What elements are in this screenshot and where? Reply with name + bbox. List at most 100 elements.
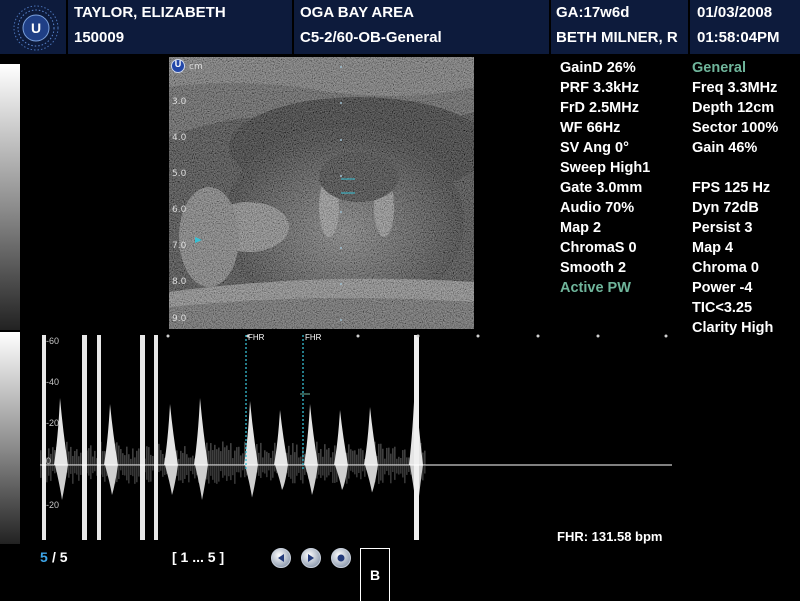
spectral-noise (146, 446, 148, 465)
spectral-noise (150, 454, 152, 465)
imaging-param: Clarity High (692, 320, 774, 336)
doppler-spectrum[interactable]: -60 -40 -20 0 -20 FHR FHR (20, 332, 680, 544)
spectral-noise (158, 443, 160, 465)
heartbeat-trough (165, 465, 178, 495)
play-button[interactable] (301, 548, 321, 568)
spectral-noise (218, 466, 220, 482)
spectral-noise (296, 444, 298, 465)
spectral-noise (190, 457, 192, 465)
view-selector-b[interactable]: B (360, 548, 390, 601)
velocity-mark: -40 (46, 377, 60, 387)
spectral-noise (104, 466, 106, 482)
spectral-noise (222, 466, 224, 478)
spectral-noise (76, 466, 78, 475)
spectral-noise (304, 466, 306, 475)
fhr-caliper-label-1: FHR (248, 333, 265, 342)
spectral-noise (382, 466, 384, 483)
spectral-noise (214, 444, 216, 465)
depth-mark: 8.0 (172, 277, 187, 287)
spectral-noise (130, 458, 132, 465)
spectral-noise (224, 447, 226, 465)
doppler-param: PRF 3.3kHz (560, 80, 639, 96)
spectral-noise (136, 450, 138, 465)
spectral-noise (262, 457, 264, 465)
spectral-noise (186, 466, 188, 476)
heartbeat-peak (194, 398, 208, 465)
spectral-noise (178, 458, 180, 465)
spectral-noise (184, 466, 186, 479)
spectral-noise (48, 466, 50, 476)
spectral-noise (180, 466, 182, 481)
velocity-mark: -60 (46, 336, 60, 346)
heartbeat-trough (245, 465, 258, 498)
spectral-noise (180, 450, 182, 465)
imaging-param: Depth 12cm (692, 100, 775, 116)
spectral-noise (72, 466, 74, 484)
spectral-noise (68, 466, 70, 478)
heartbeat-peak (164, 404, 178, 465)
spectral-noise (128, 454, 130, 465)
spectral-noise (242, 453, 244, 465)
bmode-ultrasound-image (169, 57, 489, 329)
spectral-noise (348, 444, 350, 465)
spectral-noise (52, 466, 54, 472)
spectral-noise (94, 466, 96, 472)
spectral-noise (406, 466, 408, 475)
doppler-param: ChromaS 0 (560, 240, 637, 256)
spectral-noise (294, 466, 296, 484)
spectral-noise (406, 457, 408, 465)
bmode-grayscale-bar (0, 64, 20, 330)
logo-icon: U (13, 5, 59, 51)
fhr-measurement: FHR: 131.58 bpm (557, 529, 663, 544)
spectral-noise (148, 466, 150, 483)
doppler-param: Gate 3.0mm (560, 180, 643, 196)
spectral-noise (334, 466, 336, 483)
spectral-noise (292, 443, 294, 465)
spectral-noise (394, 466, 396, 480)
spectral-noise (318, 466, 320, 475)
spectral-noise (160, 466, 162, 471)
heartbeat-peak (54, 398, 68, 465)
depth-mark: 7.0 (172, 241, 187, 251)
spectral-noise (322, 466, 324, 476)
spectral-noise (222, 441, 224, 465)
spectral-noise (124, 455, 126, 465)
svg-text:U: U (31, 20, 41, 36)
imaging-param: General (692, 60, 746, 76)
spectral-noise (332, 452, 334, 465)
velocity-mark: 0 (46, 456, 52, 466)
operator-name: BETH MILNER, R (556, 29, 678, 46)
stop-button[interactable] (331, 548, 351, 568)
spectral-noise (358, 448, 360, 465)
bmode-image[interactable]: U cm 3.0 4.0 5.0 6.0 7.0 8.0 9.0 (169, 57, 489, 329)
facility-name: OGA BAY AREA (300, 4, 414, 21)
spectral-noise (296, 466, 298, 476)
spectral-noise (138, 448, 140, 465)
spectral-noise (330, 457, 332, 465)
spectral-noise (218, 447, 220, 465)
artifact-bar (414, 335, 419, 540)
spectral-noise (80, 452, 82, 465)
depth-mark: 5.0 (172, 169, 187, 179)
spectral-noise (152, 455, 154, 465)
spectral-noise (362, 466, 364, 472)
spectral-noise (148, 447, 150, 465)
spectral-noise (162, 466, 164, 477)
spectral-noise (324, 466, 326, 481)
doppler-param: FrD 2.5MHz (560, 100, 639, 116)
spectral-noise (194, 466, 196, 479)
spectral-noise (132, 466, 134, 477)
spectral-noise (356, 466, 358, 478)
spectral-noise (80, 466, 82, 475)
spectral-noise (164, 466, 166, 475)
spectral-noise (138, 466, 140, 477)
time-scale-dot (596, 334, 600, 338)
previous-frame-button[interactable] (271, 548, 291, 568)
spectral-noise (266, 451, 268, 465)
spectral-noise (88, 448, 90, 465)
heartbeat-peak (304, 404, 318, 465)
spectral-noise (398, 456, 400, 465)
time-scale-dot (536, 334, 540, 338)
spectral-noise (240, 466, 242, 478)
spectral-noise (134, 457, 136, 465)
